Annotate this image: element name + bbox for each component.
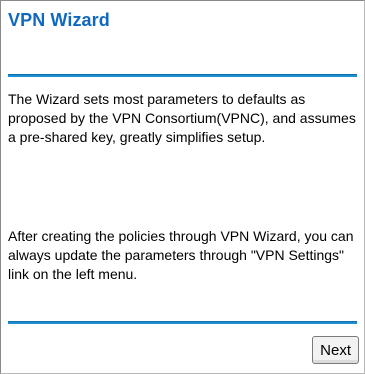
- header-divider: [8, 74, 357, 77]
- next-button[interactable]: Next: [312, 336, 359, 364]
- intro-paragraph: The Wizard sets most parameters to defau…: [8, 91, 356, 145]
- footer-divider: [8, 321, 357, 324]
- update-paragraph: After creating the policies through VPN …: [8, 228, 354, 282]
- vpn-wizard-panel: VPN Wizard The Wizard sets most paramete…: [0, 0, 365, 374]
- page-title: VPN Wizard: [8, 10, 110, 30]
